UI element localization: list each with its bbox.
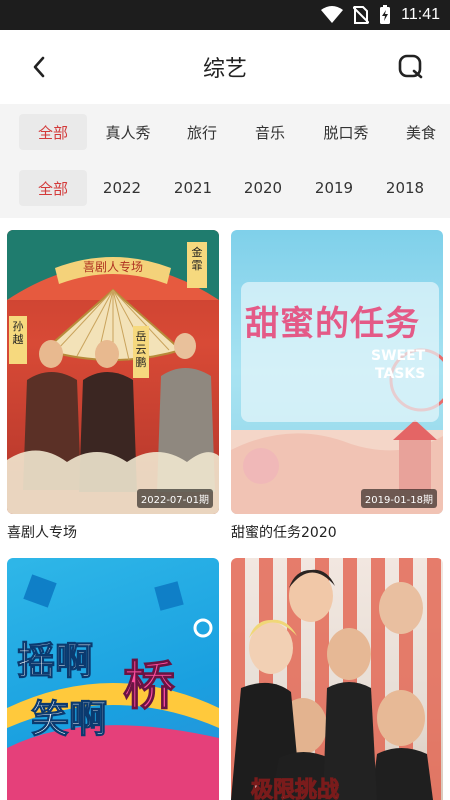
year-filter-row: 全部 2022 2021 2020 2019 2018 [0, 160, 450, 216]
category-chip-reality[interactable]: 真人秀 [104, 114, 152, 150]
show-title[interactable]: 喜剧人专场 [7, 522, 77, 542]
wifi-icon [321, 6, 344, 23]
poster-banner-text: 喜剧人专场 [82, 260, 143, 274]
back-button[interactable] [24, 52, 54, 82]
year-chip-2022[interactable]: 2022 [103, 170, 141, 206]
show-title[interactable]: 甜蜜的任务2020 [231, 522, 337, 542]
year-chip-2019[interactable]: 2019 [315, 170, 353, 206]
poster-cn-title: 甜蜜的任务 [245, 304, 420, 344]
poster-right-sign: 岳云鹏 [135, 330, 147, 369]
status-bar: 11:41 [0, 0, 450, 30]
category-chip-travel[interactable]: 旅行 [186, 114, 218, 150]
page-title: 综艺 [202, 57, 247, 82]
poster-big-char: 桥 [122, 657, 176, 718]
episode-date-badge: 2022-07-01期 [136, 489, 213, 508]
category-chip-all[interactable]: 全部 [19, 114, 87, 150]
episode-date-badge: 2019-01-18期 [360, 489, 437, 508]
show-poster[interactable]: 极限挑战 [231, 558, 443, 800]
year-chip-2020[interactable]: 2020 [244, 170, 282, 206]
search-button[interactable] [396, 52, 426, 82]
poster-top-right-sign: 金霏 [191, 246, 203, 272]
search-icon [398, 54, 423, 79]
poster-line2: 笑啊 [30, 697, 108, 742]
show-poster[interactable]: 甜蜜的任务 SWEET TASKS 2019-01-18期 [231, 230, 443, 514]
category-chip-talkshow[interactable]: 脱口秀 [322, 114, 370, 150]
battery-charging-icon [380, 5, 391, 24]
poster-en-bottom: TASKS [375, 366, 426, 382]
no-sim-icon [353, 6, 370, 24]
poster-line1: 摇啊 [16, 639, 94, 684]
category-chip-food[interactable]: 美食 [404, 114, 438, 150]
year-chip-2021[interactable]: 2021 [174, 170, 212, 206]
year-chip-all[interactable]: 全部 [19, 170, 87, 206]
chevron-left-icon [33, 56, 45, 78]
show-poster[interactable]: 喜剧人专场 孙越 岳云鹏 金霏 2022-07-01期 [7, 230, 219, 514]
show-poster[interactable]: 摇啊 笑啊 桥 [7, 558, 219, 800]
filter-area: 全部 真人秀 旅行 音乐 脱口秀 美食 全部 2022 2021 2020 20… [0, 104, 450, 218]
group-photo-illustration [231, 558, 441, 800]
show-grid: 喜剧人专场 孙越 岳云鹏 金霏 2022-07-01期 喜剧人专场 甜蜜的任务 … [0, 218, 450, 800]
poster-left-sign: 孙越 [12, 320, 24, 346]
poster-bottom-title: 极限挑战 [250, 778, 340, 800]
year-chip-2018[interactable]: 2018 [386, 170, 424, 206]
poster-en-top: SWEET [371, 348, 426, 364]
status-time: 11:41 [401, 6, 440, 23]
category-chip-music[interactable]: 音乐 [254, 114, 286, 150]
category-filter-row: 全部 真人秀 旅行 音乐 脱口秀 美食 [0, 104, 450, 160]
nav-bar: 综艺 [0, 30, 450, 104]
